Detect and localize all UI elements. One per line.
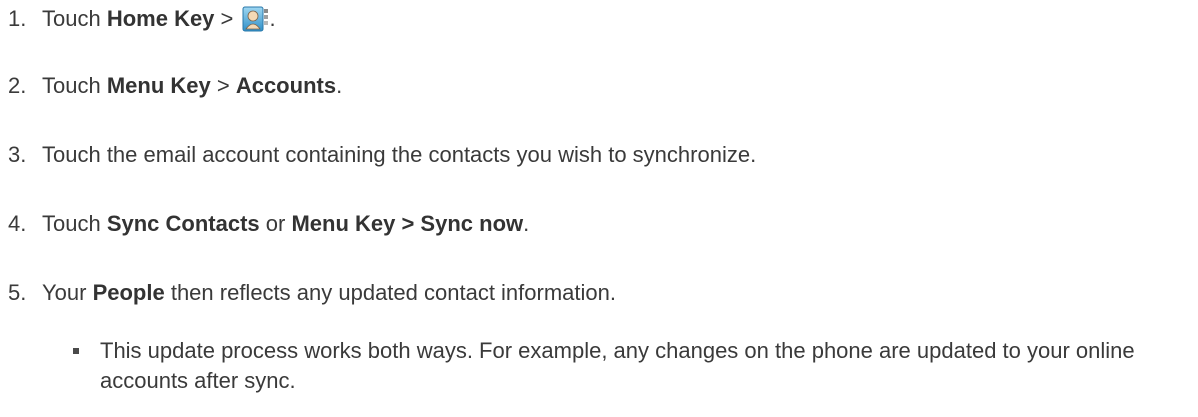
step-number: 3. [8, 142, 27, 167]
bullet-marker [73, 348, 79, 354]
bullet-text: This update process works both ways. For… [100, 338, 1135, 393]
step-number: 1. [8, 6, 27, 31]
step-text: Touch Home Key > . [42, 4, 276, 34]
step-suffix: . [523, 211, 530, 236]
menu-key-sync-now-label: Menu Key > Sync now [291, 211, 524, 236]
step-text: Your People then reflects any updated co… [42, 278, 616, 308]
accounts-label: Accounts [235, 73, 337, 98]
sync-contacts-label: Sync Contacts [106, 211, 260, 236]
step-suffix: . [269, 6, 276, 31]
step-number: 2. [8, 73, 27, 98]
step-prefix: Touch [42, 73, 107, 98]
step-separator: > [214, 6, 240, 31]
step-separator: or [259, 211, 292, 236]
step-prefix: Your [42, 280, 93, 305]
people-app-icon [242, 5, 270, 33]
step-text: Touch Menu Key > Accounts. [42, 71, 342, 101]
step-text: Touch Sync Contacts or Menu Key > Sync n… [42, 209, 529, 239]
step-prefix: Touch [42, 211, 107, 236]
step-number: 4. [8, 211, 27, 236]
step-prefix: Touch [42, 6, 107, 31]
step-separator: > [210, 73, 236, 98]
home-key-label: Home Key [106, 6, 215, 31]
step-number: 5. [8, 280, 27, 305]
step-suffix: . [336, 73, 343, 98]
people-label: People [92, 280, 165, 305]
menu-key-label: Menu Key [106, 73, 211, 98]
step-text: Touch the email account containing the c… [42, 142, 757, 167]
step-suffix: then reflects any updated contact inform… [164, 280, 616, 305]
